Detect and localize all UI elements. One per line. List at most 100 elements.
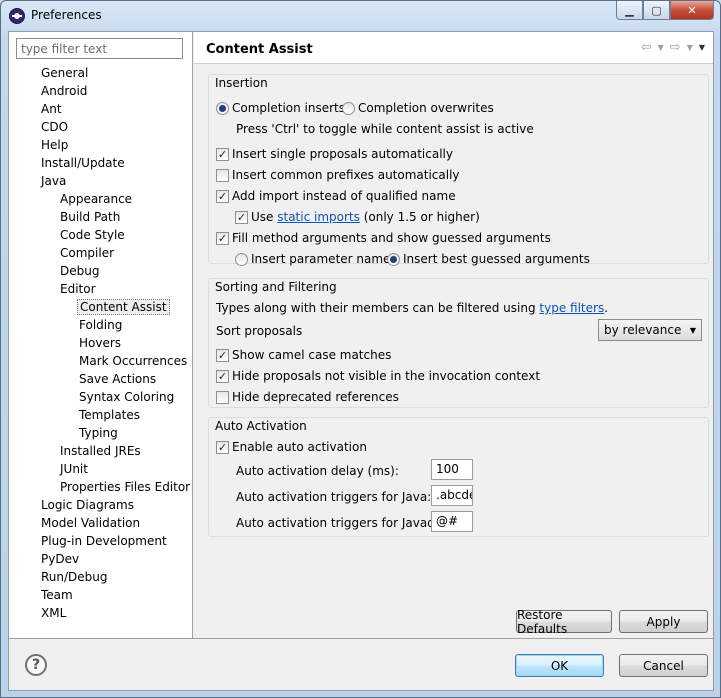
camel-case-label: Show camel case matches [232,348,392,362]
view-menu-icon[interactable]: ▼ [699,43,705,55]
tree-item-logic-diagrams[interactable]: Logic Diagrams [9,496,193,514]
close-button[interactable]: ✕ [670,1,714,20]
tree-item-syntax-coloring[interactable]: Syntax Coloring [9,388,193,406]
tree-item-model-validation[interactable]: Model Validation [9,514,193,532]
hide-not-visible-label: Hide proposals not visible in the invoca… [232,369,541,383]
completion-inserts-label: Completion inserts [232,101,346,115]
delay-label: Auto activation delay (ms): [236,464,399,478]
tree-item-label: Run/Debug [41,570,108,584]
forward-arrow-icon[interactable]: ⇨ [670,40,681,55]
checkbox-checked-icon: ✓ [235,210,248,224]
tree-item-build-path[interactable]: Build Path [9,208,193,226]
tree-item-java[interactable]: Java [9,172,193,190]
tree-item-label: General [41,66,89,80]
tree-item-editor[interactable]: Editor [9,280,193,298]
back-arrow-icon[interactable]: ⇦ [641,40,652,55]
delay-input[interactable]: 100 [431,459,473,480]
tree-item-appearance[interactable]: Appearance [9,190,193,208]
tree-item-code-style[interactable]: Code Style [9,226,193,244]
camel-case-checkbox[interactable]: ✓ Show camel case matches [216,346,391,364]
fill-arguments-checkbox[interactable]: ✓ Fill method arguments and show guessed… [216,229,551,247]
minimize-button[interactable]: ▁ [616,1,643,20]
auto-activation-group: Auto Activation ✓ Enable auto activation… [208,417,709,537]
sorting-description: Types along with their members can be fi… [216,299,608,317]
insert-best-guessed-radio[interactable]: Insert best guessed arguments [387,250,590,268]
tree-item-general[interactable]: General [9,64,193,82]
tree-item-label: Folding [79,318,123,332]
tree-item-label: Appearance [60,192,133,206]
tree-item-label: Install/Update [41,156,125,170]
tree-item-run-debug[interactable]: Run/Debug [9,568,193,586]
enable-auto-activation-label: Enable auto activation [232,440,367,454]
back-dropdown-icon[interactable]: ▼ [658,43,664,55]
tree-item-team[interactable]: Team [9,586,193,604]
checkbox-checked-icon: ✓ [216,231,229,245]
tree-item-label: Content Assist [77,299,170,315]
tree-item-pydev[interactable]: PyDev [9,550,193,568]
static-imports-suffix: (only 1.5 or higher) [363,210,480,224]
static-imports-link[interactable]: static imports [277,210,360,224]
single-proposals-checkbox[interactable]: ✓ Insert single proposals automatically [216,145,453,163]
radio-unchecked-icon [235,252,248,266]
tree-item-label: Mark Occurrences [79,354,188,368]
tree-item-cdo[interactable]: CDO [9,118,193,136]
java-triggers-label: Auto activation triggers for Java: [236,490,432,504]
insert-param-names-radio[interactable]: Insert parameter names [235,250,397,268]
tree-item-android[interactable]: Android [9,82,193,100]
filter-input[interactable] [16,38,183,59]
hide-not-visible-checkbox[interactable]: ✓ Hide proposals not visible in the invo… [216,367,540,385]
common-prefixes-checkbox[interactable]: Insert common prefixes automatically [216,166,460,184]
tree-item-junit[interactable]: JUnit [9,460,193,478]
tree-item-label: Save Actions [79,372,157,386]
sort-proposals-select[interactable]: by relevance ▼ [598,319,702,341]
tree-item-installed-jres[interactable]: Installed JREs [9,442,193,460]
completion-overwrites-radio[interactable]: Completion overwrites [342,99,494,117]
tree-item-label: Ant [41,102,62,116]
tree-item-properties-files-editor[interactable]: Properties Files Editor [9,478,193,496]
type-filters-link[interactable]: type filters [539,301,604,315]
tree-item-mark-occurrences[interactable]: Mark Occurrences [9,352,193,370]
tree-item-ant[interactable]: Ant [9,100,193,118]
use-static-imports-checkbox[interactable]: ✓ Use static imports (only 1.5 or higher… [235,208,480,226]
cancel-button[interactable]: Cancel [619,654,708,677]
tree-item-label: Typing [79,426,118,440]
auto-activation-group-title: Auto Activation [215,419,307,433]
java-triggers-input[interactable]: .abcde [431,485,473,506]
hide-deprecated-checkbox[interactable]: Hide deprecated references [216,388,399,406]
completion-inserts-radio[interactable]: Completion inserts [216,99,345,117]
tree-item-compiler[interactable]: Compiler [9,244,193,262]
help-icon[interactable]: ? [25,654,47,676]
tree-item-label: Help [41,138,69,152]
maximize-button[interactable]: ▢ [643,1,670,20]
javadoc-triggers-label: Auto activation triggers for Javadoc: [236,516,453,530]
tree-item-save-actions[interactable]: Save Actions [9,370,193,388]
tree-item-plug-in-development[interactable]: Plug-in Development [9,532,193,550]
minimize-icon: ▁ [625,3,634,17]
sort-proposals-value: by relevance [604,323,682,337]
apply-button[interactable]: Apply [619,610,708,633]
add-import-checkbox[interactable]: ✓ Add import instead of qualified name [216,187,456,205]
ok-button[interactable]: OK [515,654,604,677]
tree-item-label: CDO [41,120,69,134]
tree-item-templates[interactable]: Templates [9,406,193,424]
checkbox-checked-icon: ✓ [216,147,229,161]
tree-item-install-update[interactable]: Install/Update [9,154,193,172]
page-header: Content Assist ⇦ ▼ ⇨ ▼ ▼ [194,32,713,64]
enable-auto-activation-checkbox[interactable]: ✓ Enable auto activation [216,438,367,456]
checkbox-unchecked-icon [216,390,229,404]
single-proposals-label: Insert single proposals automatically [232,147,453,161]
tree-item-typing[interactable]: Typing [9,424,193,442]
tree-item-hovers[interactable]: Hovers [9,334,193,352]
forward-dropdown-icon[interactable]: ▼ [687,43,693,55]
javadoc-triggers-input[interactable]: @# [431,511,473,532]
tree-item-help[interactable]: Help [9,136,193,154]
restore-defaults-button[interactable]: Restore Defaults [516,608,612,636]
tree-item-debug[interactable]: Debug [9,262,193,280]
tree-item-content-assist[interactable]: Content Assist [9,298,193,316]
tree-item-xml[interactable]: XML [9,604,193,622]
page-title: Content Assist [206,42,313,57]
tree-item-label: Model Validation [41,516,141,530]
common-prefixes-label: Insert common prefixes automatically [232,168,460,182]
tree-item-folding[interactable]: Folding [9,316,193,334]
sorting-description-text: Types along with their members can be fi… [216,301,536,315]
